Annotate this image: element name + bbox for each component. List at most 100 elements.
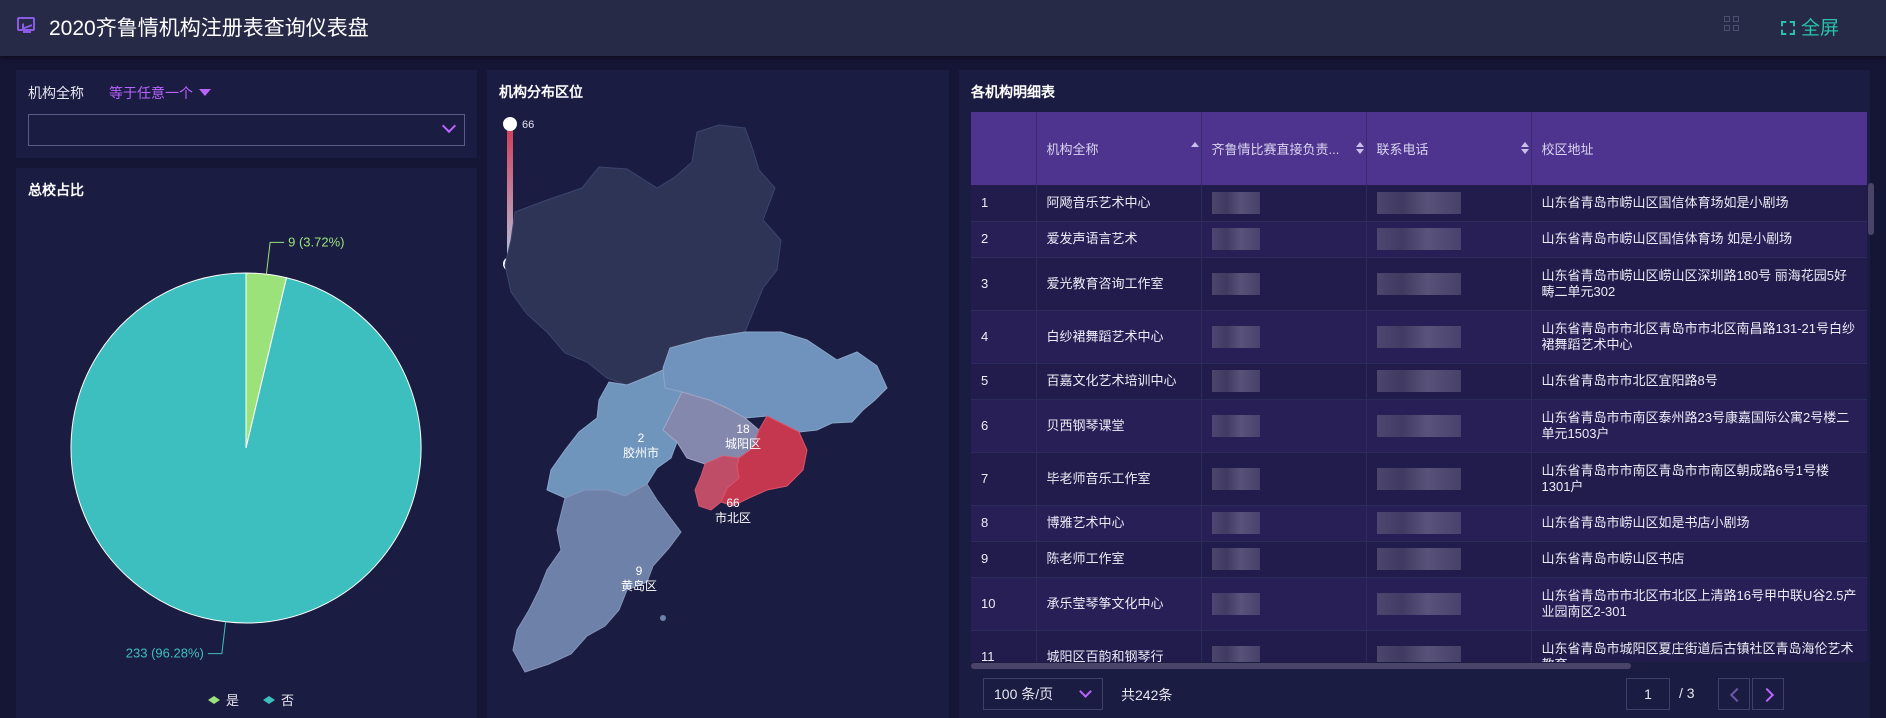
cell-address: 山东省青岛市崂山区如是书店小剧场 (1531, 505, 1867, 542)
cell-name: 白纱裙舞蹈艺术中心 (1036, 310, 1202, 364)
table-row[interactable]: 2 爱发声语言艺术 山东省青岛市崂山区国信体育场 如是小剧场 (971, 221, 1867, 258)
legend-marker-icon[interactable] (208, 696, 220, 704)
cell-contact-redacted (1201, 363, 1367, 400)
qr-code-icon[interactable] (1724, 16, 1740, 32)
table-row[interactable]: 9 陈老师工作室 山东省青岛市崂山区书店 (971, 541, 1867, 578)
caret-down-icon (199, 89, 211, 96)
cell-phone-redacted (1366, 577, 1532, 631)
cell-contact-redacted (1201, 452, 1367, 506)
redacted-block (1211, 467, 1260, 490)
visual-map-handle-max[interactable] (503, 117, 517, 131)
cell-name: 城阳区百韵和钢琴行 (1036, 630, 1202, 662)
table-row[interactable]: 11城阳区百韵和钢琴行 山东省青岛市城阳区夏庄街道后古镇社区青岛海伦艺术教育 (971, 630, 1867, 662)
redacted-block (1376, 228, 1461, 250)
column-header-name[interactable]: 机构全称 (1036, 112, 1202, 185)
cell-name: 阿飏音乐艺术中心 (1036, 185, 1202, 222)
map-panel: 机构分布区位 66 0 2 胶州市 (487, 70, 949, 718)
redacted-block (1376, 370, 1461, 392)
legend-marker-icon[interactable] (263, 696, 275, 704)
cell-address: 山东省青岛市崂山区书店 (1531, 541, 1867, 578)
legend-label[interactable]: 否 (281, 693, 294, 708)
cell-index: 4 (971, 310, 1037, 364)
cell-address: 山东省青岛市市北区市北区上清路16号甲中联U谷2.5产业园南区2-301 (1531, 577, 1867, 631)
cell-contact-redacted (1201, 505, 1367, 542)
total-pages: / 3 (1679, 685, 1695, 701)
table-row[interactable]: 6 贝西钢琴课堂 山东省青岛市市南区泰州路23号康嘉国际公寓2号楼二单元1503户 (971, 399, 1867, 453)
pie-slice-no[interactable] (70, 272, 422, 624)
cell-address: 山东省青岛市崂山区国信体育场如是小剧场 (1531, 185, 1867, 222)
fullscreen-label: 全屏 (1801, 18, 1840, 39)
table-row[interactable]: 5 百嘉文化艺术培训中心 山东省青岛市市北区宜阳路8号 (971, 363, 1867, 400)
cell-address: 山东省青岛市城阳区夏庄街道后古镇社区青岛海伦艺术教育 (1531, 630, 1867, 662)
redacted-block (1211, 414, 1260, 437)
column-header-index (971, 112, 1037, 185)
map-label-jiaozhou: 胶州市 (623, 445, 659, 460)
filter-operator-dropdown[interactable]: 等于任意一个 (109, 83, 211, 103)
app-header: 2020齐鲁情机构注册表查询仪表盘 全屏 (0, 0, 1886, 56)
page-size-label: 100 条/页 (994, 686, 1054, 702)
cell-name: 博雅艺术中心 (1036, 505, 1202, 542)
cell-index: 8 (971, 505, 1037, 542)
filter-label: 机构全称 (28, 85, 84, 101)
redacted-block (1376, 467, 1461, 490)
column-header-label: 机构全称 (1046, 142, 1099, 157)
map-region-huangdao[interactable] (512, 483, 682, 673)
map-island (774, 461, 780, 467)
district-map: 66 0 2 胶州市 18 城阳区 66 市北区 9 黄岛区 (503, 117, 888, 673)
table-row[interactable]: 1 阿飏音乐艺术中心 山东省青岛市崂山区国信体育场如是小剧场 (971, 185, 1867, 222)
cell-contact-redacted (1201, 185, 1367, 222)
scrollbar-thumb[interactable] (971, 663, 1631, 669)
filter-value-select[interactable] (28, 114, 465, 146)
redacted-block (1376, 414, 1461, 437)
table-row[interactable]: 7 毕老师音乐工作室 山东省青岛市市南区青岛市市南区朝成路6号1号楼1301户 (971, 452, 1867, 506)
pie-chart-panel: 总校占比 9 (3.72%) 233 (96.28%) 是否 (16, 168, 477, 718)
page-size-select[interactable]: 100 条/页 (983, 678, 1103, 710)
dashboard-icon (17, 17, 35, 33)
cell-address: 山东省青岛市崂山区国信体育场 如是小剧场 (1531, 221, 1867, 258)
next-page-button[interactable] (1752, 678, 1784, 710)
map-region-jiaozhou[interactable] (546, 369, 683, 499)
redacted-block (1211, 548, 1260, 570)
fullscreen-button[interactable]: 全屏 (1781, 13, 1839, 40)
column-header-phone[interactable]: 联系电话 (1366, 112, 1532, 185)
table-row[interactable]: 8 博雅艺术中心 山东省青岛市崂山区如是书店小剧场 (971, 505, 1867, 542)
legend-label[interactable]: 是 (226, 693, 239, 708)
redacted-block (1211, 228, 1260, 250)
page-title: 2020齐鲁情机构注册表查询仪表盘 (49, 17, 369, 40)
filter-panel: 机构全称 等于任意一个 (16, 70, 477, 158)
cell-phone-redacted (1366, 505, 1532, 542)
cell-phone-redacted (1366, 630, 1532, 662)
column-header-contact[interactable]: 齐鲁情比赛直接负责... (1201, 112, 1367, 185)
cell-contact-redacted (1201, 257, 1367, 311)
chevron-down-icon (1079, 685, 1092, 698)
redacted-block (1376, 645, 1461, 662)
cell-contact-redacted (1201, 221, 1367, 258)
column-header-label: 联系电话 (1376, 142, 1429, 157)
prev-page-button[interactable] (1718, 678, 1750, 710)
pie-label-line (207, 621, 227, 655)
cell-address: 山东省青岛市市北区青岛市市北区南昌路131-21号白纱裙舞蹈艺术中心 (1531, 310, 1867, 364)
cell-index: 9 (971, 541, 1037, 578)
column-header-address[interactable]: 校区地址 (1531, 112, 1867, 185)
cell-phone-redacted (1366, 185, 1532, 222)
pie-data-label: 9 (3.72%) (288, 234, 344, 249)
cell-phone-redacted (1366, 221, 1532, 258)
cell-phone-redacted (1366, 452, 1532, 506)
cell-phone-redacted (1366, 399, 1532, 453)
cell-address: 山东省青岛市市南区泰州路23号康嘉国际公寓2号楼二单元1503户 (1531, 399, 1867, 453)
pagination: 100 条/页 共242条 1 / 3 (971, 678, 1867, 712)
horizontal-scrollbar[interactable] (971, 663, 1867, 669)
table-row[interactable]: 10 承乐莹琴筝文化中心 山东省青岛市市北区市北区上清路16号甲中联U谷2.5产业园… (971, 577, 1867, 631)
cell-name: 爱光教育咨询工作室 (1036, 257, 1202, 311)
page-number-input[interactable]: 1 (1626, 678, 1670, 710)
total-count: 共242条 (1121, 687, 1173, 703)
redacted-block (1376, 325, 1461, 348)
cell-phone-redacted (1366, 541, 1532, 578)
map-label-chengyang: 城阳区 (725, 437, 761, 451)
detail-table: 机构全称 齐鲁情比赛直接负责... 联系电话 校区地址 1 阿飏音乐艺术中心 山东省… (971, 112, 1867, 662)
table-row[interactable]: 4 白纱裙舞蹈艺术中心 山东省青岛市市北区青岛市市北区南昌路131-21号白纱裙舞蹈… (971, 310, 1867, 364)
vertical-scrollbar[interactable] (1868, 183, 1874, 235)
table-title: 各机构明细表 (971, 84, 1055, 100)
table-row[interactable]: 3 爱光教育咨询工作室 山东省青岛市崂山区崂山区深圳路180号 丽海花园5好畴二单元… (971, 257, 1867, 311)
cell-contact-redacted (1201, 310, 1367, 364)
